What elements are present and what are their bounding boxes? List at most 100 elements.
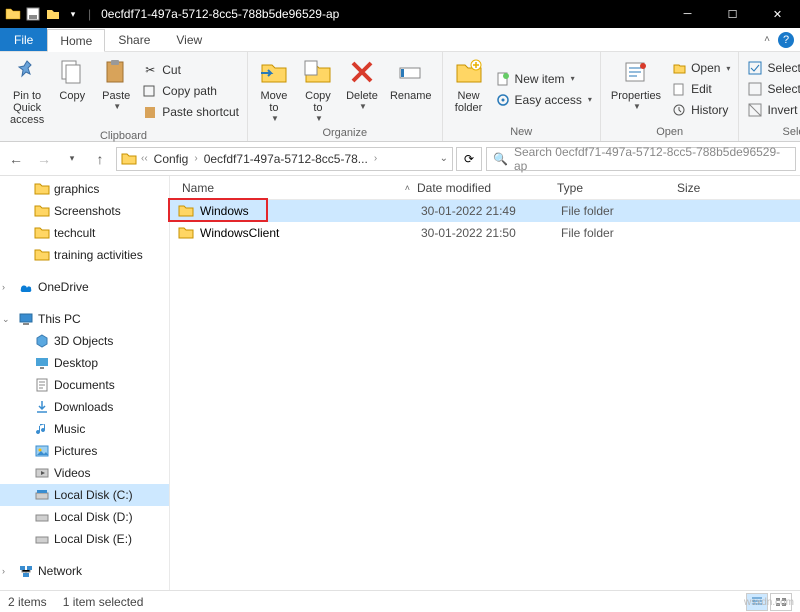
breadcrumb[interactable]: Config [152,152,191,166]
tree-onedrive[interactable]: ›OneDrive [0,276,169,298]
tree-item[interactable]: Screenshots [0,200,169,222]
downloads-icon [34,399,50,415]
recent-button[interactable]: ▾ [60,147,84,171]
breadcrumb[interactable]: 0ecfdf71-497a-5712-8cc5-78... [202,152,370,166]
ribbon: Pin to Quick access Copy Paste ▼ ✂Cut Co… [0,52,800,142]
address-dropdown-icon[interactable]: ⌄ [440,153,448,164]
qat-save-icon[interactable] [24,5,42,23]
invert-icon [747,102,763,118]
chevron-down-icon[interactable]: ⌄ [2,314,10,325]
help-icon[interactable]: ? [778,32,794,48]
status-items: 2 items [8,595,47,609]
chevron-right-icon[interactable]: › [2,282,5,292]
paste-shortcut-button[interactable]: Paste shortcut [140,103,241,121]
tree-item-selected[interactable]: Local Disk (C:) [0,484,169,506]
tree-thispc[interactable]: ⌄This PC [0,308,169,330]
file-tab[interactable]: File [0,28,47,51]
open-button[interactable]: Open▾ [669,59,732,77]
new-folder-button[interactable]: New folder [449,54,489,124]
folder-icon [34,247,50,263]
chevron-right-icon[interactable]: › [2,566,5,576]
search-placeholder: Search 0ecfdf71-497a-5712-8cc5-788b5de96… [514,145,789,173]
back-button[interactable]: ← [4,147,28,171]
easy-access-button[interactable]: Easy access▾ [493,91,594,109]
tree-item[interactable]: Music [0,418,169,440]
copy-path-button[interactable]: Copy path [140,82,241,100]
list-item[interactable]: Windows 30-01-2022 21:49 File folder [170,200,800,222]
list-item[interactable]: WindowsClient 30-01-2022 21:50 File fold… [170,222,800,244]
tree-item[interactable]: Local Disk (D:) [0,506,169,528]
tab-home[interactable]: Home [47,29,105,52]
pictures-icon [34,443,50,459]
tree-item[interactable]: Documents [0,374,169,396]
folder-icon [121,151,137,167]
copy-button[interactable]: Copy [52,54,92,128]
search-box[interactable]: 🔍 Search 0ecfdf71-497a-5712-8cc5-788b5de… [486,147,796,171]
tree-item[interactable]: Desktop [0,352,169,374]
history-icon [671,102,687,118]
select-none-button[interactable]: Select none [745,80,800,98]
column-size[interactable]: Size [677,181,757,195]
pin-quick-access-button[interactable]: Pin to Quick access [6,54,48,128]
tree-item[interactable]: Pictures [0,440,169,462]
new-item-button[interactable]: New item▾ [493,70,594,88]
file-list: Name˄ Date modified Type Size Windows 30… [170,176,800,590]
drive-icon [34,487,50,503]
forward-button[interactable]: → [32,147,56,171]
delete-button[interactable]: Delete▼ [342,54,382,125]
tree-item[interactable]: 3D Objects [0,330,169,352]
tree-item[interactable]: Videos [0,462,169,484]
close-button[interactable]: ✕ [755,0,800,28]
title-bar: ▾ | 0ecfdf71-497a-5712-8cc5-788b5de96529… [0,0,800,28]
tab-share[interactable]: Share [105,28,163,51]
music-icon [34,421,50,437]
column-name[interactable]: Name˄ [170,181,417,195]
column-type[interactable]: Type [557,181,677,195]
column-date[interactable]: Date modified [417,181,557,195]
cut-button[interactable]: ✂Cut [140,61,241,79]
tree-item[interactable]: training activities [0,244,169,266]
history-button[interactable]: History [669,101,732,119]
select-all-button[interactable]: Select all [745,59,800,77]
3dobjects-icon [34,333,50,349]
open-icon [671,60,687,76]
thispc-icon [18,311,34,327]
tree-item[interactable]: graphics [0,178,169,200]
minimize-button[interactable]: ─ [665,0,710,28]
paste-button[interactable]: Paste ▼ [96,54,136,128]
maximize-button[interactable]: ☐ [710,0,755,28]
tree-item[interactable]: Local Disk (E:) [0,528,169,550]
refresh-button[interactable]: ⟳ [456,147,482,171]
group-clipboard: Pin to Quick access Copy Paste ▼ ✂Cut Co… [0,52,248,141]
edit-button[interactable]: Edit [669,80,732,98]
up-button[interactable]: ↑ [88,147,112,171]
window-title: 0ecfdf71-497a-5712-8cc5-788b5de96529-ap [101,7,339,21]
onedrive-icon [18,279,34,295]
qat-dropdown-icon[interactable]: ▾ [64,5,82,23]
select-all-icon [747,60,763,76]
tab-view[interactable]: View [163,28,215,51]
folder-icon [4,5,22,23]
folder-icon [178,225,194,241]
scissors-icon: ✂ [142,62,158,78]
copy-to-button[interactable]: Copy to▼ [298,54,338,125]
invert-selection-button[interactable]: Invert selection [745,101,800,119]
group-select: Select all Select none Invert selection … [739,52,800,141]
easy-access-icon [495,92,511,108]
address-bar[interactable]: ‹‹ Config › 0ecfdf71-497a-5712-8cc5-78..… [116,147,453,171]
navigation-tree[interactable]: graphics Screenshots techcult training a… [0,176,170,590]
documents-icon [34,377,50,393]
properties-button[interactable]: Properties▼ [607,54,665,124]
videos-icon [34,465,50,481]
folder-icon [34,181,50,197]
tree-item[interactable]: techcult [0,222,169,244]
rename-button[interactable]: Rename [386,54,436,125]
tree-network[interactable]: ›Network [0,560,169,582]
edit-icon [671,81,687,97]
tree-item[interactable]: Downloads [0,396,169,418]
column-headers[interactable]: Name˄ Date modified Type Size [170,176,800,200]
ribbon-collapse-icon[interactable]: ˄ [764,34,770,45]
qat-new-icon[interactable] [44,5,62,23]
move-to-button[interactable]: Move to▼ [254,54,294,125]
drive-icon [34,509,50,525]
